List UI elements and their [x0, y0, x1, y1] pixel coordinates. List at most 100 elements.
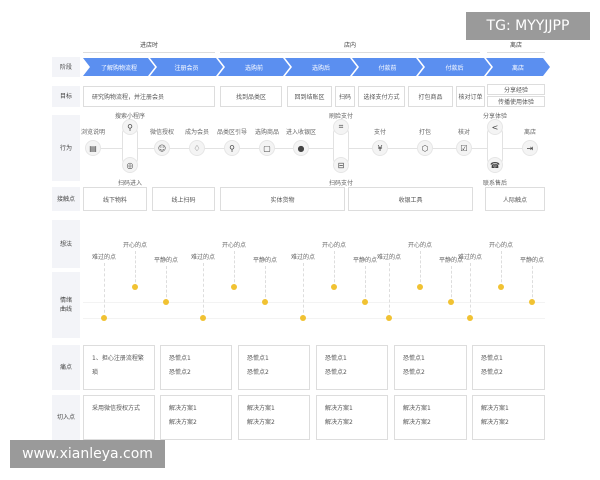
pin-icon[interactable]: ⚲	[224, 140, 240, 156]
behavior-label: 离店	[523, 129, 537, 136]
emotion-label: 难过的点	[376, 254, 402, 261]
entry-box: 解决方案1 解决方案2	[472, 395, 545, 440]
emotion-stem	[104, 263, 105, 318]
entry-box: 解决方案1 解决方案2	[394, 395, 467, 440]
emotion-stem	[234, 251, 235, 287]
box-line: 解决方案2	[481, 419, 509, 426]
behavior-label: 搜索小程序	[114, 113, 146, 120]
emotion-stem	[532, 266, 533, 302]
behavior-label: 选购商品	[254, 129, 280, 136]
emotion-label: 难过的点	[457, 254, 483, 261]
emotion-happy-point	[498, 284, 504, 290]
emotion-stem	[303, 263, 304, 318]
entry-box: 解决方案1 解决方案2	[316, 395, 388, 440]
row-label-touchpoint: 接触点	[52, 187, 80, 211]
row-label-thought: 想法	[52, 220, 80, 268]
phase-before: 进店时	[139, 42, 158, 49]
emotion-guide	[83, 318, 545, 319]
emotion-stem	[166, 266, 167, 302]
row-label-entry: 切入点	[52, 395, 80, 440]
share-icon[interactable]: <	[487, 119, 503, 135]
emotion-label: 难过的点	[290, 254, 316, 261]
search-icon[interactable]: ⚲	[122, 119, 138, 135]
emotion-sad-point	[300, 315, 306, 321]
emotion-calm-point	[448, 299, 454, 305]
emotion-calm-point	[262, 299, 268, 305]
emotion-stem	[203, 263, 204, 318]
goal-box: 研究购物流程，并注册会员	[83, 86, 215, 107]
box-line: 解决方案1	[247, 405, 275, 412]
stage-step: 选购后	[285, 58, 357, 76]
box-line: 解决方案2	[247, 419, 275, 426]
cart-icon[interactable]: ▢	[259, 140, 275, 156]
diamond-icon[interactable]: ♢	[189, 140, 205, 156]
watermark-bottom: www.xianleya.com	[10, 440, 165, 468]
stage-step: 了解购物流程	[83, 58, 155, 76]
package-icon[interactable]: ⬡	[417, 140, 433, 156]
emotion-stem	[470, 263, 471, 318]
emotion-label: 平静的点	[519, 257, 545, 264]
emotion-label: 开心的点	[321, 242, 347, 249]
scan-icon[interactable]: ⊟	[333, 157, 349, 173]
emotion-stem	[135, 251, 136, 287]
emotion-label: 平静的点	[352, 257, 378, 264]
behavior-label: 扫码进入	[117, 180, 143, 187]
behavior-label: 分享体验	[482, 113, 508, 120]
pain-box: 恐慌点1 恐慌点2	[160, 345, 232, 390]
stage-step: 注册会员	[150, 58, 223, 76]
compass-icon[interactable]: ◎	[122, 157, 138, 173]
entry-box: 解决方案1 解决方案2	[160, 395, 232, 440]
box-line: 恐慌点2	[325, 369, 347, 376]
row-label-behavior: 行为	[52, 115, 80, 181]
emotion-sad-point	[386, 315, 392, 321]
box-line: 恐慌点2	[481, 369, 503, 376]
divider	[83, 52, 215, 53]
box-line: 恐慌点2	[403, 369, 425, 376]
behavior-label: 浏览说明	[80, 129, 106, 136]
stage-step: 付款前	[352, 58, 423, 76]
face-scan-icon[interactable]: ⌗	[333, 119, 349, 135]
goal-box: 选择支付方式	[358, 86, 405, 107]
entry-box: 解决方案1 解决方案2	[238, 395, 310, 440]
emotion-calm-point	[163, 299, 169, 305]
checklist-icon[interactable]: ☑	[456, 140, 472, 156]
row-label-emotion: 情绪曲线	[52, 272, 80, 338]
behavior-label: 支付	[373, 129, 387, 136]
emotion-sad-point	[101, 315, 107, 321]
behavior-label: 扫码支付	[328, 180, 354, 187]
emotion-stem	[265, 266, 266, 302]
emotion-label: 难过的点	[91, 254, 117, 261]
user-icon[interactable]: ☺	[154, 140, 170, 156]
touchpoint-box: 线下物料	[83, 187, 147, 211]
touchpoint-box: 收银工具	[348, 187, 473, 211]
yuan-icon[interactable]: ¥	[372, 140, 388, 156]
emotion-stem	[451, 266, 452, 302]
goal-box: 传播使用体验	[487, 96, 545, 107]
behavior-label: 进入收银区	[285, 129, 317, 136]
behavior-label: 联系售后	[482, 180, 508, 187]
emotion-guide	[83, 302, 545, 303]
touchpoint-box: 人际触点	[485, 187, 545, 211]
pain-box: 1、担心注册流程繁琐	[83, 345, 155, 390]
money-bag-icon[interactable]: ●	[293, 140, 309, 156]
phase-leave: 离店	[509, 42, 522, 49]
stage-step: 选购前	[218, 58, 290, 76]
emotion-happy-point	[331, 284, 337, 290]
emotion-stem	[501, 251, 502, 287]
entry-box: 采用微信授权方式	[83, 395, 155, 440]
goal-box: 回到结账区	[287, 86, 332, 107]
box-line: 恐慌点2	[169, 369, 191, 376]
box-line: 解决方案2	[325, 419, 353, 426]
stage-step: 付款后	[418, 58, 491, 76]
row-label-stage: 阶段	[52, 57, 80, 77]
goal-box: 找到品类区	[220, 86, 282, 107]
emotion-calm-point	[362, 299, 368, 305]
emotion-happy-point	[417, 284, 423, 290]
emotion-happy-point	[132, 284, 138, 290]
exit-icon[interactable]: ⇥	[522, 140, 538, 156]
document-icon[interactable]: ▤	[85, 140, 101, 156]
box-line: 采用微信授权方式	[92, 405, 141, 412]
box-line: 恐慌点2	[247, 369, 269, 376]
support-icon[interactable]: ☎	[487, 157, 503, 173]
goal-box: 打包商品	[408, 86, 453, 107]
